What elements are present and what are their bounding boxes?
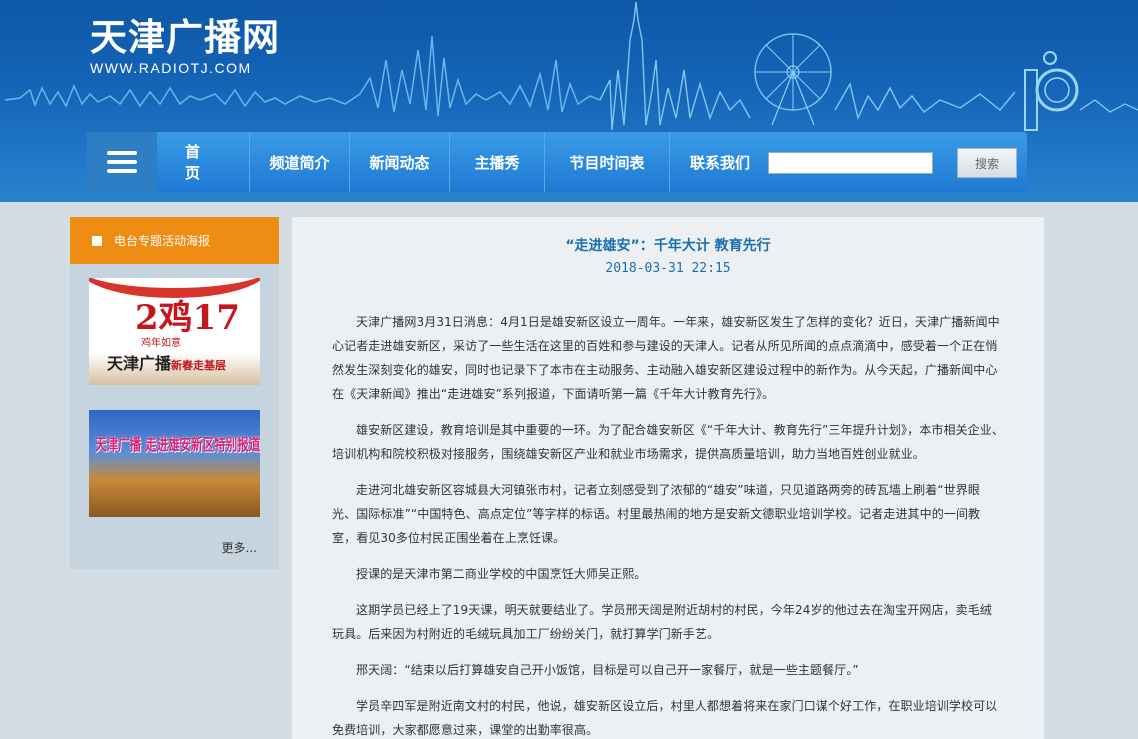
nav-channel-intro[interactable]: 频道简介 xyxy=(250,132,350,192)
article-panel: “走进雄安”：千年大计 教育先行 2018-03-31 22:15 天津广播网3… xyxy=(292,217,1044,739)
article-body: 天津广播网3月31日消息：4月1日是雄安新区设立一周年。一年来，雄安新区发生了怎… xyxy=(292,310,1044,739)
nav-news[interactable]: 新闻动态 xyxy=(350,132,450,192)
search-button[interactable]: 搜索 xyxy=(957,148,1017,178)
sidebar-title: 电台专题活动海报 xyxy=(114,234,211,248)
article-paragraph: 雄安新区建设，教育培训是其中重要的一环。为了配合雄安新区《“千年大计、教育先行”… xyxy=(332,423,1004,461)
logo-title: 天津广播网 xyxy=(90,16,280,59)
more-link[interactable]: 更多... xyxy=(222,539,257,556)
article-date: 2018-03-31 22:15 xyxy=(605,261,731,276)
square-bullet-icon xyxy=(92,235,102,246)
nav-anchor-show[interactable]: 主播秀 xyxy=(450,132,545,192)
article-paragraph: 授课的是天津市第二商业学校的中国烹饪大师吴正熙。 xyxy=(356,567,647,581)
search-input[interactable] xyxy=(768,152,933,174)
article-paragraph: 走进河北雄安新区容城县大河镇张市村，记者立刻感受到了浓郁的“雄安”味道，只见道路… xyxy=(332,483,981,545)
logo-url: WWW.RADIOTJ.COM xyxy=(90,60,252,76)
main-nav: 首页 频道简介 新闻动态 主播秀 节目时间表 联系我们 搜索 xyxy=(87,132,1027,192)
hamburger-menu-icon[interactable] xyxy=(87,132,157,192)
poster-spring-festival[interactable]: 2鸡17 鸡年如意 天津广播新春走基层 xyxy=(89,278,260,385)
nav-schedule[interactable]: 节目时间表 xyxy=(545,132,670,192)
site-header: 天津广播网 WWW.RADIOTJ.COM 首页 频道简介 新闻动态 主播秀 节… xyxy=(0,0,1138,202)
article-paragraph: 邢天阔：“结束以后打算雄安自己开小饭馆，目标是可以自己开一家餐厅，就是一些主题餐… xyxy=(356,663,859,677)
poster-sub-text: 鸡年如意 xyxy=(141,338,181,349)
decor-arc xyxy=(89,278,260,298)
nav-contact[interactable]: 联系我们 xyxy=(670,132,760,192)
poster-xiongan[interactable]: 天津广播 走进雄安新区特别报道 xyxy=(89,410,260,517)
article-paragraph: 学员辛四军是附近南文村的村民，他说，雄安新区设立后，村里人都想着将来在家门口谋个… xyxy=(332,699,998,737)
poster-main-text: 天津广播新春走基层 xyxy=(107,354,227,373)
article-paragraph: 这期学员已经上了19天课，明天就要结业了。学员邢天阔是附近胡村的村民，今年24岁… xyxy=(332,603,992,641)
site-logo[interactable]: 天津广播网 WWW.RADIOTJ.COM xyxy=(90,16,280,77)
article-title: “走进雄安”：千年大计 教育先行 xyxy=(565,238,771,254)
nav-home[interactable]: 首页 xyxy=(157,132,250,192)
poster-xiongan-text: 天津广播 走进雄安新区特别报道 xyxy=(95,435,260,454)
sidebar-posters: 电台专题活动海报 2鸡17 鸡年如意 天津广播新春走基层 天津广播 走进雄安新区… xyxy=(70,217,279,569)
poster-year-text: 2鸡17 xyxy=(135,298,240,338)
article-paragraph: 天津广播网3月31日消息：4月1日是雄安新区设立一周年。一年来，雄安新区发生了怎… xyxy=(332,315,1000,401)
sidebar-header: 电台专题活动海报 xyxy=(70,217,279,264)
